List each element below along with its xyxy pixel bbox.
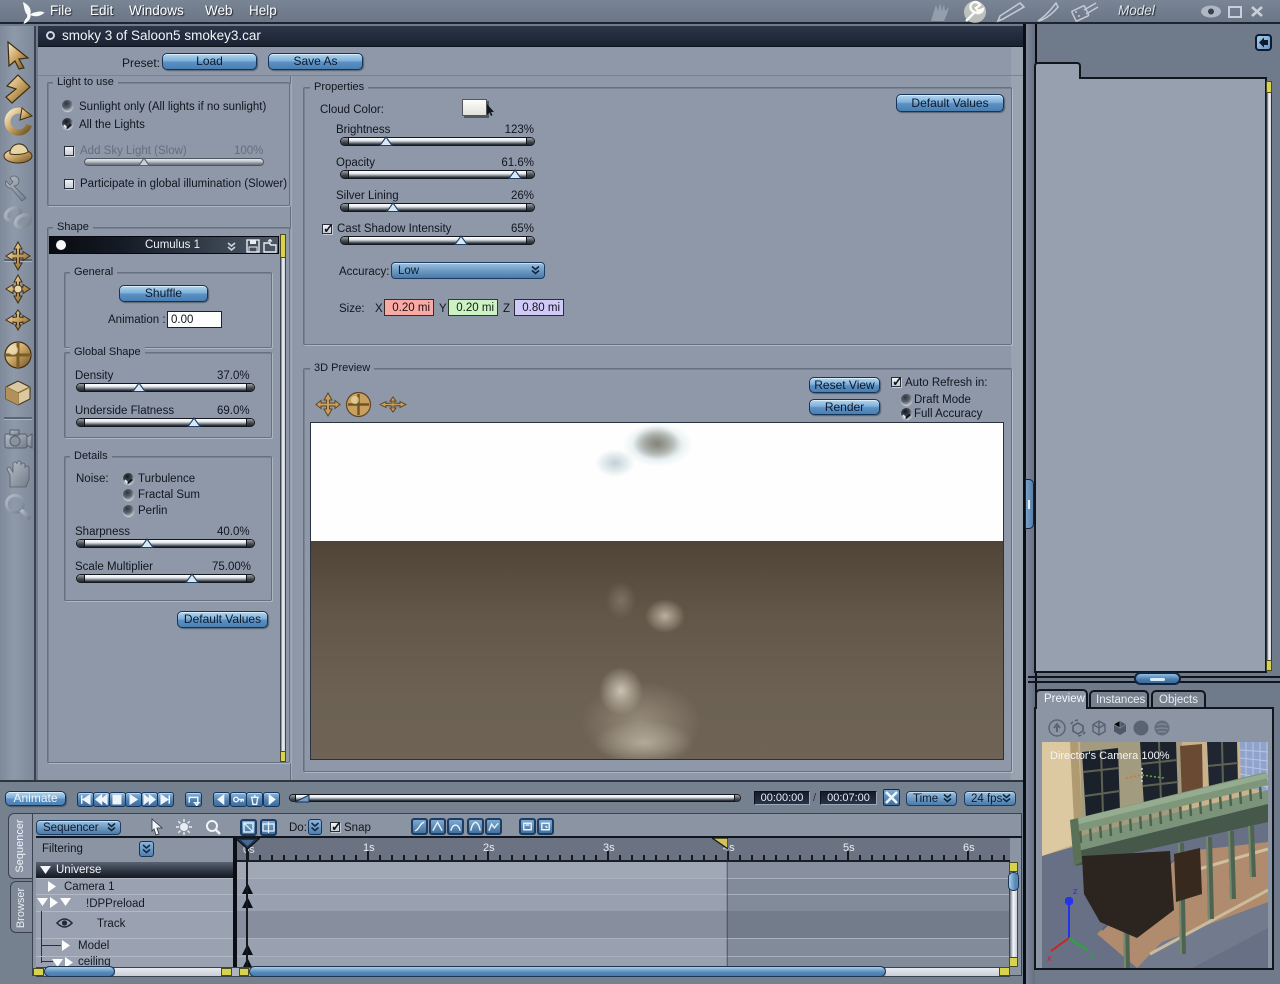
svg-text:z: z xyxy=(1073,886,1078,896)
svg-text:Y: Y xyxy=(1089,952,1095,962)
svg-text:x: x xyxy=(1047,953,1052,963)
svg-text:Director's Camera 100%: Director's Camera 100% xyxy=(1050,750,1170,762)
